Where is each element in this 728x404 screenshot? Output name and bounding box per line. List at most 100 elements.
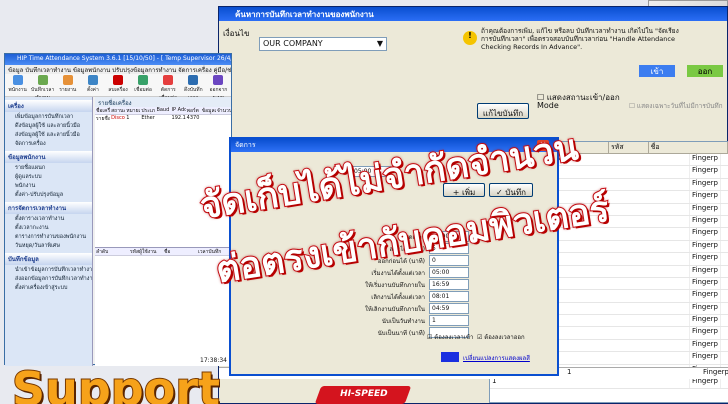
cell: Fingerp — [690, 290, 721, 302]
toolbar-icon — [112, 75, 123, 85]
toolbar-label: รายงาน — [59, 87, 77, 93]
toolbar-icon — [12, 75, 23, 85]
field-input[interactable]: 1 — [429, 315, 469, 326]
cell — [155, 115, 170, 123]
sidebar-item[interactable]: พนักงาน — [5, 181, 92, 190]
cell: 4370 — [186, 115, 200, 121]
device-row[interactable]: รายชื่องDisconnected1 Ethernet 192.168.1.2… — [95, 115, 231, 123]
support-logo-text: Support — [12, 366, 221, 404]
toolbar-icon — [62, 75, 73, 85]
cell: Fingerp — [690, 327, 721, 339]
check-out-label: ต้องลงเวลาออก — [484, 334, 525, 341]
cell — [216, 115, 231, 123]
cell: 192.168.1.203 — [171, 115, 186, 121]
check-in-label: ต้องลงเวลาเข้า — [434, 334, 474, 341]
field-input[interactable]: 16:59 — [429, 279, 469, 290]
col-header: หมายเลขเครื่อง — [126, 108, 140, 114]
sidebar-item[interactable]: ตั้งตารางเวลาทำงาน — [5, 214, 92, 223]
sidebar-item[interactable]: ส่งข้อมูลผู้ใช้ และลายนิ้วมือ — [5, 130, 92, 139]
sidebar-item[interactable]: ดึงข้อมูลผู้ใช้ และลายนิ้วมือ — [5, 121, 92, 130]
cell: Fingerp — [690, 215, 721, 228]
field-label: นับเป็นนาที (นาที) — [377, 330, 425, 337]
company-value: OUR COMPANY — [263, 39, 323, 48]
sidebar: เครื่อง เพิ่มข้อมูลการบันทึกเวลา ดึงข้อมูล… — [5, 97, 93, 366]
col-header: ข้อมูลเพิ่มเติม — [201, 108, 216, 114]
main-app-window: HIP Time Attendance System 3.6.1 [15/10/… — [4, 53, 232, 366]
cell: Fingerp — [690, 178, 721, 191]
status-in-badge: เข้า — [639, 65, 675, 77]
toolbar-icon — [37, 75, 48, 85]
cell: Fingerp — [690, 228, 721, 240]
cell: Fingerp — [690, 166, 721, 178]
col-header: IP Address — [171, 107, 186, 113]
toolbar-button[interactable]: รายงาน — [55, 74, 80, 96]
col-header: รหัส — [609, 142, 649, 153]
col-header: Baud Rate — [156, 107, 170, 113]
company-select[interactable]: OUR COMPANY ▼ — [259, 37, 387, 51]
toolbar-button[interactable]: ตัดการเชื่อมต่อ — [156, 74, 181, 101]
sidebar-section-header[interactable]: การจัดการเวลาทำงาน — [5, 202, 92, 214]
check-out-checkbox[interactable]: ☑ ต้องลงเวลาออก — [477, 332, 525, 342]
cell: รายชื่อง — [96, 116, 111, 122]
sidebar-item[interactable]: ตั้งค่าเครื่องเข้าสู่ระบบ — [5, 283, 92, 292]
chevron-down-icon: ▼ — [376, 39, 383, 48]
sidebar-section-header[interactable]: เครื่อง — [5, 100, 92, 112]
menu-bar[interactable]: ข้อมูล บันทึกเวลาทำงาน ข้อมูลพนักงาน ปรั… — [5, 65, 231, 74]
field-input[interactable]: 04:59 — [429, 303, 469, 314]
field-label: นับเป็นวันทำงาน — [381, 318, 425, 325]
col-header: จำนวนผู้ใช้ — [216, 108, 231, 114]
toolbar-label: ตั้งค่า — [86, 87, 99, 93]
toolbar-button[interactable]: พนักงาน — [5, 74, 30, 96]
toolbar-icon — [188, 75, 199, 85]
hint-text: ถ้าคุณต้องการเพิ่ม, แก้ไข หรือลบ บันทึกเ… — [481, 27, 679, 51]
cell: Fingerp — [690, 191, 721, 203]
toolbar-button[interactable]: ตั้งค่า — [80, 74, 105, 96]
sidebar-item[interactable]: จัดการเครื่อง — [5, 139, 92, 148]
cell: Fingerp — [690, 154, 721, 166]
color-link[interactable]: เปลี่ยนแปลงการแสดงผลสี — [463, 353, 530, 363]
toolbar-button[interactable]: เชื่อมต่อ — [131, 74, 156, 96]
info-icon: ! — [463, 31, 477, 45]
edit-record-button[interactable]: แก้ไขบันทึก — [477, 103, 529, 119]
window-title: HIP Time Attendance System 3.6.1 [15/10/… — [5, 54, 231, 65]
field-input[interactable]: 08:01 — [429, 291, 469, 302]
sidebar-item[interactable]: ผู้ดูแลระบบ — [5, 172, 92, 181]
sidebar-item[interactable]: วันหยุด/วันลาพิเศษ — [5, 241, 92, 250]
toolbar-icon — [163, 75, 174, 85]
toolbar-icon — [213, 75, 224, 85]
toolbar: พนักงานบันทึกเวลาทำงาน รายงาน ตั้งค่า ลบเคร… — [5, 74, 231, 101]
toolbar-icon — [138, 75, 149, 85]
condition-label: เงื่อนไข — [223, 29, 250, 38]
toolbar-button[interactable]: บันทึกเวลาทำงาน — [30, 74, 55, 101]
toolbar-button[interactable]: ลบเครื่อง — [105, 74, 130, 96]
cell: Fingerp — [690, 302, 721, 315]
sidebar-item[interactable]: รายชื่อแผนก — [5, 163, 92, 172]
sidebar-item[interactable]: นำเข้าข้อมูลการบันทึกเวลาทำงาน — [5, 265, 92, 274]
sidebar-section-header[interactable]: ข้อมูลพนักงาน — [5, 151, 92, 163]
toolbar-button[interactable]: ดึงบันทึกเวลา — [181, 74, 206, 101]
cell: Ethernet — [141, 115, 155, 121]
cell: Fingerp — [690, 352, 721, 364]
sidebar-item[interactable]: เพิ่มข้อมูลการบันทึกเวลา — [5, 112, 92, 121]
show-missing-checkbox[interactable]: ☐ แสดงเฉพาะวันที่ไม่มีการบันทึก — [629, 101, 723, 111]
sidebar-item[interactable]: ตั้งเวลากะงาน — [5, 223, 92, 232]
toolbar-label: เชื่อมต่อ — [134, 87, 152, 93]
sidebar-item[interactable]: ตั้งค่า-ปรับปรุงข้อมูล — [5, 190, 92, 199]
cell: Fingerp — [690, 315, 721, 327]
sidebar-item[interactable]: ตารางการทำงานของพนักงาน — [5, 232, 92, 241]
col-header: สถานะ — [111, 108, 126, 114]
col-header: ลำดับ — [96, 249, 109, 255]
col-header: ชื่อเครื่อง — [96, 108, 111, 114]
panel-header: รายชื่อเครื่อง — [95, 97, 231, 107]
cell: Fingerp — [690, 339, 721, 352]
field-input[interactable]: 05:00 — [429, 267, 469, 278]
show-missing-label: แสดงเฉพาะวันที่ไม่มีการบันทึก — [636, 102, 723, 110]
sidebar-section-header[interactable]: บันทึกข้อมูล — [5, 253, 92, 265]
toolbar-button[interactable]: ออกจากระบบ — [206, 74, 231, 101]
color-swatch[interactable] — [441, 352, 459, 362]
hispeed-label: HI-SPEED — [340, 389, 388, 399]
sidebar-item[interactable]: ส่งออกข้อมูลการบันทึกเวลาทำงาน — [5, 274, 92, 283]
cell: Fingerp — [690, 265, 721, 277]
check-in-checkbox[interactable]: ☑ ต้องลงเวลาเข้า — [427, 332, 473, 342]
mode-label: Mode — [537, 101, 559, 110]
